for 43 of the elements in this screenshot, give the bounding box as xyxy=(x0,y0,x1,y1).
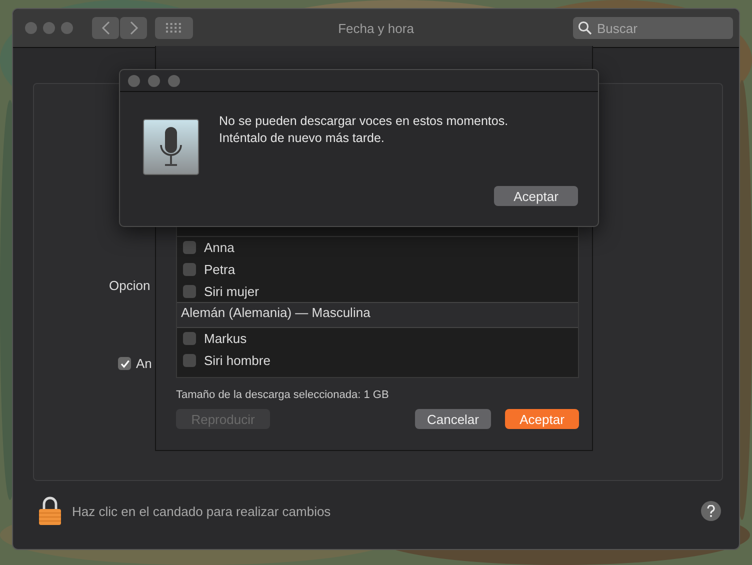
voice-item[interactable]: Siri hombre xyxy=(177,349,578,371)
download-size-text: Tamaño de la descarga seleccionada: 1 GB xyxy=(176,389,390,401)
search-icon xyxy=(578,21,592,35)
zoom-button[interactable] xyxy=(168,74,180,86)
close-button[interactable] xyxy=(128,74,140,86)
checkbox-label: An xyxy=(136,356,152,371)
zoom-button[interactable] xyxy=(61,22,73,34)
back-button[interactable] xyxy=(92,17,119,39)
voice-item[interactable]: Siri mujer xyxy=(177,280,578,302)
lock-icon[interactable] xyxy=(38,496,62,526)
voice-name: Petra xyxy=(204,262,236,277)
chevron-right-icon xyxy=(128,21,138,35)
checkbox[interactable] xyxy=(118,357,131,370)
checkbox[interactable] xyxy=(183,332,196,345)
checkbox[interactable] xyxy=(183,285,196,298)
search-field[interactable]: Buscar xyxy=(573,17,733,39)
question-mark-icon xyxy=(706,505,716,517)
checkbox[interactable] xyxy=(183,354,196,367)
cancel-button[interactable]: Cancelar xyxy=(414,409,491,429)
help-button[interactable] xyxy=(701,501,721,521)
checkbox[interactable] xyxy=(183,263,196,276)
voice-name: Markus xyxy=(204,331,247,346)
voice-item[interactable]: Petra xyxy=(177,258,578,280)
window-title: Fecha y hora xyxy=(338,20,414,36)
show-all-button[interactable] xyxy=(155,17,193,39)
microphone-icon xyxy=(143,119,199,175)
chevron-left-icon xyxy=(100,21,110,35)
voice-item[interactable]: Anna xyxy=(177,236,578,258)
voice-name: Siri hombre xyxy=(204,353,270,368)
minimize-button[interactable] xyxy=(148,74,160,86)
group-title: Alemán (Alemania) — Masculina xyxy=(181,305,370,320)
voice-name: Siri mujer xyxy=(204,284,259,299)
voice-name: Anna xyxy=(204,240,234,255)
alert-message: No se pueden descargar voces en estos momentos. Inténtalo de nuevo más tarde. xyxy=(219,113,508,147)
minimize-button[interactable] xyxy=(43,22,55,34)
voice-item[interactable]: Markus xyxy=(177,328,578,349)
close-button[interactable] xyxy=(25,22,37,34)
options-label: Opcion xyxy=(109,278,150,293)
ok-button[interactable]: Aceptar xyxy=(494,186,578,206)
checkbox[interactable] xyxy=(183,241,196,254)
forward-button[interactable] xyxy=(120,17,147,39)
grid-icon xyxy=(166,23,182,33)
lock-hint: Haz clic en el candado para realizar cambios xyxy=(72,504,331,518)
